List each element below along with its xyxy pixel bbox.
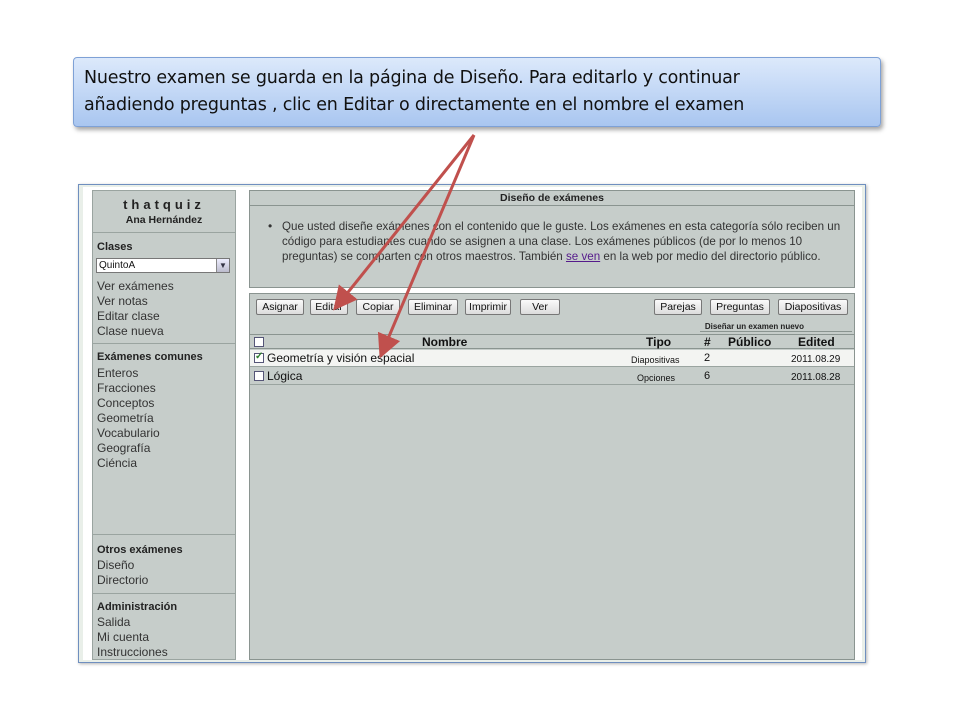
sidebar-link-fracciones[interactable]: Fracciones	[97, 381, 156, 396]
user-name: Ana Hernández	[125, 214, 203, 226]
header-edited: Edited	[798, 335, 835, 349]
table-row[interactable]: Geometría y visión espacial Diapositivas…	[250, 350, 854, 367]
instruction-callout: Nuestro examen se guarda en la página de…	[73, 57, 881, 127]
sidebar-link-directorio[interactable]: Directorio	[97, 573, 148, 588]
sidebar-link-diseno[interactable]: Diseño	[97, 558, 134, 573]
exam-count: 2	[704, 352, 711, 364]
design-description: • Que usted diseñe exámenes con el conte…	[268, 219, 842, 264]
exam-name-link[interactable]: Lógica	[267, 369, 302, 384]
design-panel-title: Diseño de exámenes	[250, 191, 854, 206]
header-count: #	[704, 335, 711, 349]
bullet-icon: •	[268, 219, 273, 233]
otros-title: Otros exámenes	[97, 544, 183, 556]
asignar-button[interactable]: Asignar	[256, 299, 304, 315]
sidebar-link-conceptos[interactable]: Conceptos	[97, 396, 154, 411]
preguntas-button[interactable]: Preguntas	[710, 299, 770, 315]
eliminar-button[interactable]: Eliminar	[408, 299, 458, 315]
exam-type: Opciones	[637, 373, 676, 383]
class-select-value: QuintoA	[99, 260, 136, 271]
sidebar-link-mi-cuenta[interactable]: Mi cuenta	[97, 630, 149, 645]
exam-type: Diapositivas	[631, 355, 680, 365]
se-ven-link[interactable]: se ven	[566, 250, 600, 263]
sidebar-link-enteros[interactable]: Enteros	[97, 366, 138, 381]
sidebar-link-geometria[interactable]: Geometría	[97, 411, 154, 426]
callout-line-2: añadiendo preguntas , clic en Editar o d…	[84, 95, 745, 115]
brand-logo: thatquiz	[123, 197, 205, 212]
sidebar: thatquiz Ana Hernández Clases QuintoA ▼ …	[92, 190, 236, 660]
header-nombre: Nombre	[422, 335, 468, 349]
admin-title: Administración	[97, 601, 178, 613]
callout-line-1: Nuestro examen se guarda en la página de…	[84, 68, 740, 88]
exam-edited: 2011.08.29	[791, 354, 841, 365]
parejas-button[interactable]: Parejas	[654, 299, 702, 315]
chevron-down-icon[interactable]: ▼	[216, 259, 229, 272]
select-all-checkbox[interactable]	[254, 337, 264, 347]
design-new-exam-note: Diseñar un examen nuevo	[704, 322, 804, 331]
subnote-divider	[700, 331, 852, 332]
sidebar-link-salida[interactable]: Salida	[97, 615, 130, 630]
sidebar-link-ver-notas[interactable]: Ver notas	[97, 294, 148, 309]
exam-edited: 2011.08.28	[791, 372, 841, 383]
comunes-title: Exámenes comunes	[97, 351, 203, 363]
exam-list-panel: Asignar Editar Copiar Eliminar Imprimir …	[249, 293, 855, 660]
class-select[interactable]: QuintoA ▼	[96, 258, 230, 273]
table-header: Nombre Tipo # Público Edited	[250, 334, 854, 349]
design-text-after: en la web por medio del directorio públi…	[600, 250, 821, 263]
exam-name-link[interactable]: Geometría y visión espacial	[267, 351, 414, 366]
sidebar-link-editar-clase[interactable]: Editar clase	[97, 309, 160, 324]
ver-button[interactable]: Ver	[520, 299, 560, 315]
exam-count: 6	[704, 370, 711, 382]
header-publico: Público	[728, 335, 772, 349]
copiar-button[interactable]: Copiar	[356, 299, 400, 315]
thatquiz-screenshot: thatquiz Ana Hernández Clases QuintoA ▼ …	[78, 184, 866, 663]
row-checkbox[interactable]	[254, 371, 264, 381]
editar-button[interactable]: Editar	[310, 299, 348, 315]
diapositivas-button[interactable]: Diapositivas	[778, 299, 848, 315]
sidebar-link-ver-examenes[interactable]: Ver exámenes	[97, 279, 174, 294]
imprimir-button[interactable]: Imprimir	[465, 299, 511, 315]
row-checkbox[interactable]	[254, 351, 264, 363]
sidebar-link-geografia[interactable]: Geografía	[97, 441, 150, 456]
sidebar-link-vocabulario[interactable]: Vocabulario	[97, 426, 160, 441]
table-row[interactable]: Lógica Opciones 6 2011.08.28	[250, 368, 854, 385]
design-panel: Diseño de exámenes • Que usted diseñe ex…	[249, 190, 855, 288]
clases-title: Clases	[97, 241, 133, 253]
sidebar-link-ciencia[interactable]: Ciéncia	[97, 456, 137, 471]
sidebar-link-instrucciones[interactable]: Instrucciones	[97, 645, 168, 660]
sidebar-link-clase-nueva[interactable]: Clase nueva	[97, 324, 164, 339]
header-tipo: Tipo	[646, 335, 672, 349]
